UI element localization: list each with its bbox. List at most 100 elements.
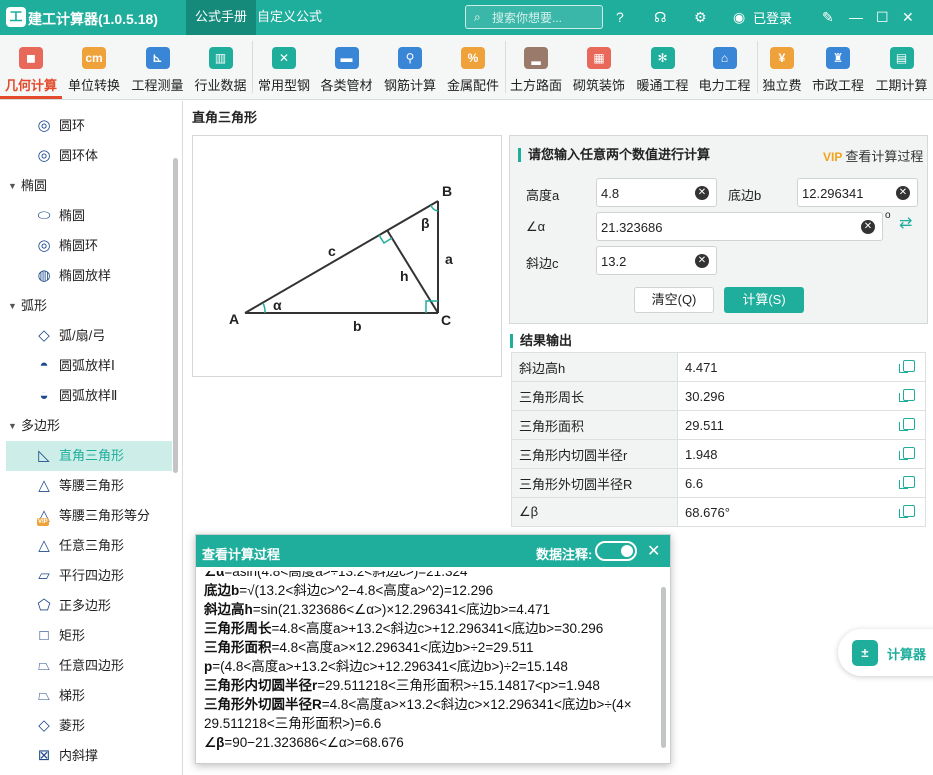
sidebar-item-any-triangle[interactable]: △ 任意三角形 (0, 531, 172, 561)
clear-alpha-icon[interactable]: ✕ (861, 220, 875, 234)
tool-survey[interactable]: ⊾ 工程测量 (126, 35, 189, 99)
sidebar-item-quadrilateral[interactable]: ⏢ 任意四边形 (0, 651, 172, 681)
tool-masonry[interactable]: ▦ 砌筑装饰 (566, 35, 632, 99)
sidebar-item-regular-polygon[interactable]: ⬠ 正多边形 (0, 591, 172, 621)
gear-icon[interactable]: ⚙ (694, 8, 707, 26)
base-input[interactable] (802, 184, 898, 202)
tool-pipes[interactable]: ▬ 各类管材 (315, 35, 378, 99)
sidebar-group-ellipse[interactable]: ▼ 椭圆 (0, 171, 172, 201)
swap-icon[interactable]: ⇄ (899, 213, 912, 233)
sidebar-item-isosceles-triangle[interactable]: △ 等腰三角形 (0, 471, 172, 501)
label-c: c (328, 243, 336, 259)
search-icon: ⌕ (474, 10, 481, 24)
copy-icon[interactable] (899, 505, 915, 518)
minimize-icon[interactable]: — (849, 8, 863, 26)
close-icon[interactable]: ✕ (902, 8, 914, 26)
sidebar-item-arc-layout-1[interactable]: ◓ 圆弧放样Ⅰ (0, 351, 172, 381)
sidebar-item-right-triangle[interactable]: ◺ 直角三角形 (6, 441, 172, 471)
sidebar-item-rectangle[interactable]: □ 矩形 (0, 621, 172, 651)
sidebar-item-trapezoid[interactable]: ⏢ 梯形 (0, 681, 172, 711)
result-label: 三角形周长 (511, 381, 678, 411)
copy-icon[interactable] (899, 360, 915, 373)
sidebar-group-arc[interactable]: ▼ 弧形 (0, 291, 172, 321)
tool-industry-data[interactable]: ▥ 行业数据 (189, 35, 252, 99)
fee-icon: ¥ (770, 47, 794, 69)
sidebar-item-ellipse-layout[interactable]: ◍ 椭圆放样 (0, 261, 172, 291)
ring-icon: ◎ (37, 117, 51, 134)
copy-icon[interactable] (899, 389, 915, 402)
tool-earthwork[interactable]: ▂ 土方路面 (506, 35, 566, 99)
hypotenuse-field[interactable]: ✕ (596, 246, 717, 275)
help-icon[interactable]: ? (616, 8, 624, 26)
base-label: 底边b (728, 188, 762, 203)
process-line: ∠α=asin(4.8<高度a>÷13.2<斜边c>)=21.324 (204, 571, 468, 579)
table-row: 斜边高h 4.471 (511, 352, 926, 382)
label-A: A (229, 311, 239, 327)
sidebar-item-arc[interactable]: ◇ 弧/扇/弓 (0, 321, 172, 351)
height-input[interactable] (601, 184, 697, 202)
sidebar-item-isosceles-divide[interactable]: △ VIP 等腰三角形等分 (0, 501, 172, 531)
arc-icon: ◇ (38, 327, 50, 344)
tool-unit-convert[interactable]: cm 单位转换 (62, 35, 126, 99)
hypotenuse-input[interactable] (601, 252, 697, 270)
tool-electric[interactable]: ⌂ 电力工程 (693, 35, 756, 99)
rhombus-icon: ◇ (38, 717, 50, 734)
clear-hypotenuse-icon[interactable]: ✕ (695, 254, 709, 268)
tool-hvac[interactable]: ✻ 暖通工程 (632, 35, 693, 99)
close-icon[interactable]: ✕ (647, 541, 660, 561)
maximize-icon[interactable]: ☐ (876, 8, 889, 26)
tab-custom-formula[interactable]: 自定义公式 (248, 0, 331, 35)
clear-base-icon[interactable]: ✕ (896, 186, 910, 200)
search-box[interactable]: ⌕ (465, 5, 603, 29)
copy-icon[interactable] (899, 476, 915, 489)
alpha-input[interactable] (601, 218, 829, 236)
base-field[interactable]: ✕ (797, 178, 918, 207)
floating-calculator-label: 计算器 (887, 647, 927, 662)
clear-height-icon[interactable]: ✕ (695, 186, 709, 200)
alpha-label: ∠α (526, 219, 546, 234)
calculate-button[interactable]: 计算(S) (724, 287, 804, 313)
result-value: 29.511 (685, 417, 724, 433)
tool-rebar[interactable]: ⚲ 钢筋计算 (378, 35, 442, 99)
floating-calculator-button[interactable]: ± 计算器 (838, 629, 933, 676)
annotation-toggle[interactable] (595, 541, 637, 561)
tool-geometry[interactable]: ◼ 几何计算 (0, 35, 62, 99)
tool-municipal[interactable]: ♜ 市政工程 (806, 35, 870, 99)
brick-icon: ▦ (587, 47, 611, 69)
sidebar-scrollbar[interactable] (173, 158, 178, 473)
sidebar-item-rhombus[interactable]: ◇ 菱形 (0, 711, 172, 741)
house-icon: ⌂ (712, 47, 737, 69)
copy-icon[interactable] (899, 447, 915, 460)
sidebar-item-ellipse[interactable]: ⬭ 椭圆 (0, 201, 172, 231)
tool-metal-parts[interactable]: % 金属配件 (442, 35, 504, 99)
view-process-link[interactable]: VIP 查看计算过程 (823, 146, 923, 165)
process-line: ∠β=90−21.323686<∠α>=68.676 (204, 735, 404, 750)
label-C: C (441, 312, 451, 328)
pin-icon[interactable]: ✎ (822, 8, 834, 26)
result-value: 68.676° (685, 504, 730, 520)
alpha-arc (262, 302, 266, 314)
sidebar-group-polygon[interactable]: ▼ 多边形 (0, 411, 172, 441)
vip-icon: VIP (823, 150, 843, 164)
height-field[interactable]: ✕ (596, 178, 717, 207)
tool-schedule[interactable]: ▤ 工期计算 (870, 35, 933, 99)
sidebar-item-torus[interactable]: ◎ 圆环体 (0, 141, 172, 171)
label-b: b (353, 318, 362, 334)
sidebar-item-ring[interactable]: ◎ 圆环 (0, 111, 172, 141)
login-status[interactable]: 已登录 (753, 8, 792, 27)
ellipse-icon: ⬭ (37, 207, 51, 224)
alpha-field[interactable]: ✕ (596, 212, 883, 241)
sidebar-item-parallelogram[interactable]: ▱ 平行四边形 (0, 561, 172, 591)
results-table: 斜边高h 4.471 三角形周长 30.296 三角形面积 29.511 三角形内切圆… (511, 352, 926, 527)
process-scrollbar[interactable] (661, 587, 666, 748)
tool-standalone-fee[interactable]: ¥ 独立费 (758, 35, 806, 99)
sidebar-item-inner-brace[interactable]: ⊠ 内斜撑 (0, 741, 172, 771)
clear-button[interactable]: 清空(Q) (634, 287, 714, 313)
tab-formula-manual[interactable]: 公式手册 (186, 0, 257, 35)
copy-icon[interactable] (899, 418, 915, 431)
sidebar-item-arc-layout-2[interactable]: ◒ 圆弧放样Ⅱ (0, 381, 172, 411)
sidebar-item-ellipse-ring[interactable]: ◎ 椭圆环 (0, 231, 172, 261)
tool-steel[interactable]: ✕ 常用型钢 (253, 35, 315, 99)
headset-icon[interactable]: ☊ (654, 8, 666, 26)
search-input[interactable] (492, 9, 598, 26)
